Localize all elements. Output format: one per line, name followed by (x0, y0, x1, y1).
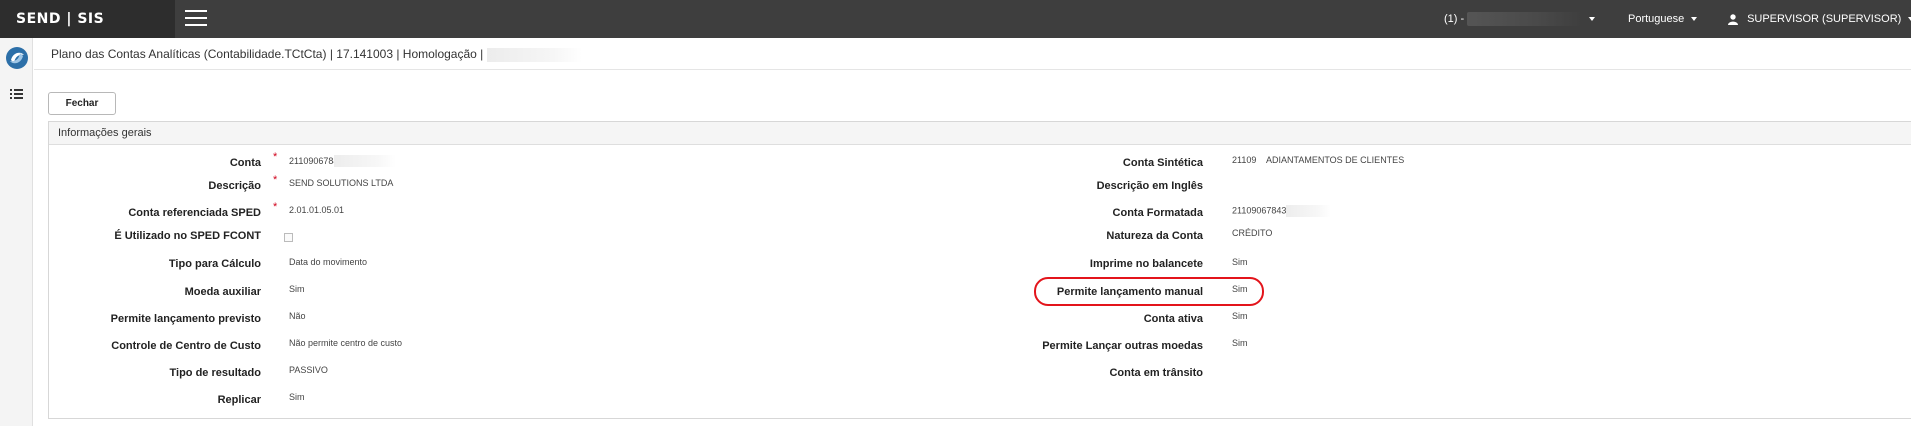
required-marker: * (273, 151, 278, 163)
redacted-blur (334, 155, 396, 167)
chevron-down-icon (1589, 17, 1596, 22)
title-bar: Plano das Contas Analíticas (Contabilida… (34, 38, 1911, 70)
field-label-conta: Conta (229, 157, 261, 169)
field-value-centro-custo: Não permite centro de custo (289, 338, 403, 348)
field-label-conta-referenciada-sped: Conta referenciada SPED (128, 207, 261, 219)
field-value-descricao: SEND SOLUTIONS LTDA (289, 178, 394, 188)
field-label-tipo-calculo: Tipo para Cálculo (168, 258, 261, 270)
company-prefix: (1) - (1444, 13, 1465, 25)
field-label-lancamento-previsto: Permite lançamento previsto (110, 313, 261, 325)
field-label-tipo-resultado: Tipo de resultado (169, 367, 261, 379)
company-name-redacted (1467, 12, 1583, 27)
field-value-tipo-resultado: PASSIVO (289, 365, 328, 375)
field-value-lancamento-manual: Sim (1232, 284, 1248, 294)
field-value-conta-sintetica-desc: ADIANTAMENTOS DE CLIENTES (1266, 155, 1405, 165)
field-label-descricao: Descrição (208, 180, 261, 192)
field-value-replicar: Sim (289, 392, 305, 402)
field-label-natureza-conta: Natureza da Conta (1106, 230, 1203, 242)
close-button[interactable]: Fechar (48, 92, 116, 115)
field-value-conta-formatada: 21109067843 (1232, 205, 1332, 217)
field-label-centro-custo: Controle de Centro de Custo (111, 340, 261, 352)
field-label-imprime-balancete: Imprime no balancete (1089, 258, 1203, 270)
field-value-lancamento-previsto: Não (289, 311, 306, 321)
user-menu[interactable]: SUPERVISOR (SUPERVISOR) (1728, 0, 1911, 38)
conta-formatada-text: 21109067843 (1232, 205, 1287, 216)
field-value-tipo-calculo: Data do movimento (289, 257, 368, 267)
field-label-sped-fcont: É Utilizado no SPED FCONT (114, 230, 261, 242)
field-value-conta-sintetica: 21109 (1232, 155, 1257, 165)
field-label-conta-formatada: Conta Formatada (1112, 207, 1203, 219)
app-logo-icon[interactable] (5, 46, 29, 70)
page-title: Plano das Contas Analíticas (Contabilida… (51, 47, 582, 62)
user-icon (1728, 13, 1738, 25)
hamburger-menu-icon[interactable] (185, 10, 207, 28)
field-label-conta-sintetica: Conta Sintética (1122, 157, 1203, 169)
field-label-replicar: Replicar (217, 394, 261, 406)
list-icon[interactable] (10, 88, 24, 100)
sped-fcont-checkbox[interactable] (284, 233, 293, 242)
field-value-natureza-conta: CRÉDITO (1232, 228, 1273, 238)
language-label: Portuguese (1628, 13, 1685, 25)
required-marker: * (273, 174, 278, 186)
field-value-outras-moedas: Sim (1232, 338, 1248, 348)
field-label-conta-transito: Conta em trânsito (1109, 367, 1203, 379)
language-selector[interactable]: Portuguese (1628, 0, 1698, 38)
field-value-conta: 21109067843 (289, 155, 396, 167)
redacted-blur (1286, 205, 1332, 217)
company-selector[interactable]: (1) - (1444, 0, 1596, 38)
required-marker: * (273, 201, 278, 213)
field-value-conta-ativa: Sim (1232, 311, 1248, 321)
page-title-text: Plano das Contas Analíticas (Contabilida… (51, 47, 484, 61)
field-label-outras-moedas: Permite Lançar outras moedas (1042, 340, 1203, 352)
field-value-moeda-auxiliar: Sim (289, 284, 305, 294)
conta-value-text: 21109067843 (289, 156, 334, 166)
field-label-conta-ativa: Conta ativa (1143, 313, 1203, 325)
top-bar: SEND | SIS (1) - Portuguese SUPERVISOR (… (0, 0, 1911, 38)
field-label-descricao-ingles: Descrição em Inglês (1096, 180, 1203, 192)
sidebar (0, 38, 33, 426)
field-label-lancamento-manual: Permite lançamento manual (1056, 286, 1203, 298)
field-label-moeda-auxiliar: Moeda auxiliar (184, 286, 261, 298)
brand-logo[interactable]: SEND | SIS (0, 0, 175, 38)
environment-redacted (486, 47, 582, 62)
user-name: SUPERVISOR (SUPERVISOR) (1747, 13, 1902, 25)
panel-title: Informações gerais (49, 122, 1911, 145)
field-value-imprime-balancete: Sim (1232, 257, 1248, 267)
chevron-down-icon (1691, 17, 1698, 22)
field-value-conta-referenciada-sped: 2.01.01.05.01 (289, 205, 345, 215)
